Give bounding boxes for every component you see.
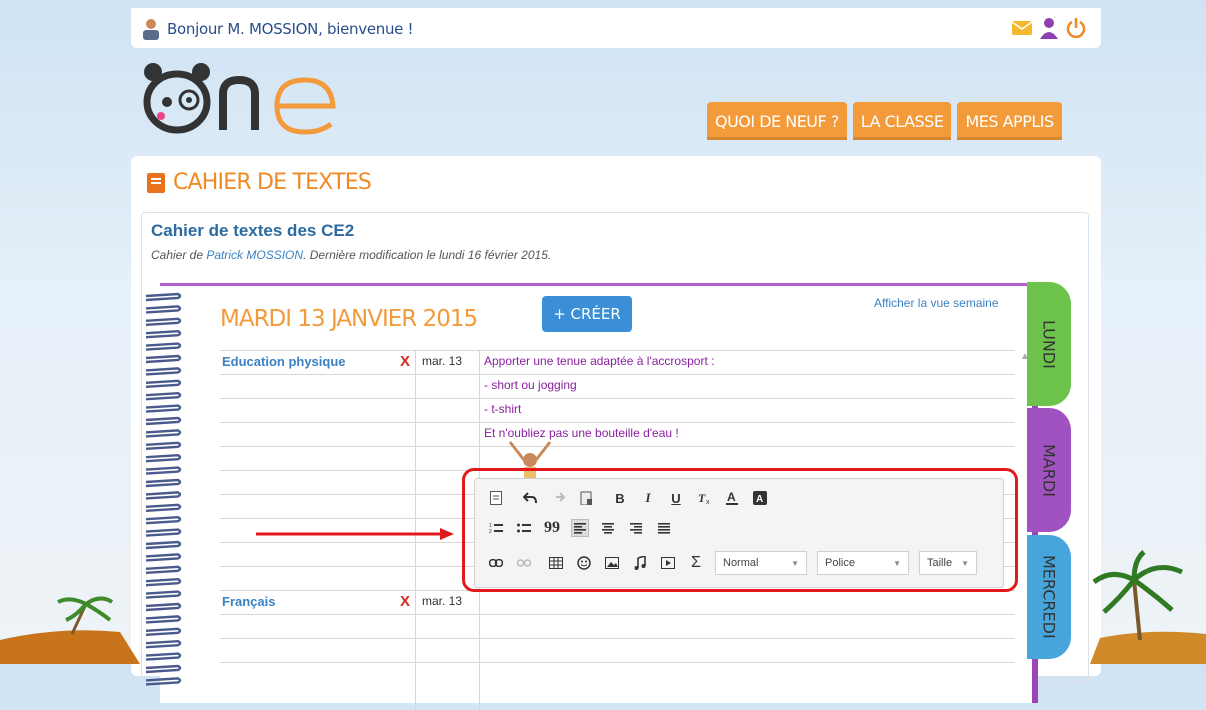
- spiral-ring: [145, 664, 182, 674]
- main-nav: QUOI DE NEUF ? LA CLASSE MES APPLIS: [707, 102, 1062, 140]
- spiral-ring: [145, 305, 182, 314]
- spiral-ring: [145, 292, 182, 302]
- rule-line: [220, 422, 1015, 423]
- rule-line: [220, 350, 1015, 351]
- spiral-ring: [145, 416, 182, 426]
- spiral-ring: [145, 404, 182, 413]
- spiral-ring: [145, 615, 182, 624]
- spiral-ring: [145, 354, 182, 364]
- spiral-ring: [145, 466, 182, 475]
- entry-subject[interactable]: Education physique: [222, 354, 346, 369]
- main-panel: CAHIER DE TEXTES Cahier de textes des CE…: [131, 156, 1101, 710]
- spiral-binding: [145, 292, 182, 686]
- spiral-ring: [145, 317, 182, 326]
- spiral-ring: [145, 453, 182, 463]
- entry-content-line[interactable]: - t-shirt: [484, 402, 521, 416]
- tab-label: MERCREDI: [1039, 555, 1059, 639]
- one-logo[interactable]: [139, 58, 349, 138]
- tab-mercredi[interactable]: MERCREDI: [1027, 535, 1071, 659]
- palm-island-right: [1090, 550, 1206, 664]
- rule-line: [220, 638, 1015, 639]
- cahier-subtitle: Cahier de Patrick MOSSION. Dernière modi…: [151, 248, 551, 262]
- tab-label: LUNDI: [1039, 319, 1059, 369]
- rule-line: [220, 374, 1015, 375]
- spiral-ring: [145, 441, 182, 450]
- spiral-ring: [145, 577, 182, 587]
- rule-line: [220, 398, 1015, 399]
- tab-mardi[interactable]: MARDI: [1027, 408, 1071, 532]
- entry-date: mar. 13: [422, 354, 463, 368]
- rule-line: [220, 662, 1015, 663]
- entry-content-line[interactable]: - short ou jogging: [484, 378, 577, 392]
- spiral-ring: [145, 590, 182, 599]
- subtitle-prefix: Cahier de: [151, 248, 207, 262]
- spiral-ring: [145, 429, 182, 438]
- subtitle-suffix: . Dernière modification le lundi 16 févr…: [303, 248, 552, 262]
- entry-content-line[interactable]: Apporter une tenue adaptée à l'accrospor…: [484, 354, 714, 368]
- author-link[interactable]: Patrick MOSSION: [206, 248, 303, 262]
- power-icon[interactable]: [1065, 16, 1087, 40]
- spiral-ring: [145, 627, 182, 636]
- mail-icon[interactable]: [1011, 16, 1033, 40]
- spiral-ring: [145, 329, 182, 339]
- palm-island-left: [0, 596, 140, 664]
- cahier-title: Cahier de textes des CE2: [151, 221, 355, 240]
- rule-line: [220, 614, 1015, 615]
- create-button[interactable]: + CRÉER: [542, 296, 632, 332]
- spiral-ring: [145, 503, 182, 512]
- tab-lundi[interactable]: LUNDI: [1027, 282, 1071, 406]
- spiral-ring: [145, 515, 182, 525]
- section-header: CAHIER DE TEXTES: [147, 170, 372, 195]
- top-bar: Bonjour M. MOSSION, bienvenue !: [131, 8, 1101, 48]
- spiral-ring: [145, 367, 182, 376]
- spiral-ring: [145, 639, 182, 649]
- spiral-ring: [145, 491, 182, 500]
- nav-quoi-de-neuf[interactable]: QUOI DE NEUF ?: [707, 102, 847, 140]
- spiral-ring: [145, 478, 182, 488]
- spiral-ring: [145, 677, 182, 686]
- highlight-annotation: [462, 468, 1018, 592]
- user-avatar-icon: [143, 19, 159, 40]
- entry-date: mar. 13: [422, 594, 463, 608]
- greeting-text: Bonjour M. MOSSION, bienvenue !: [167, 20, 414, 38]
- notebook-icon: [147, 172, 165, 193]
- top-icons: [1011, 16, 1087, 40]
- entry-content-line[interactable]: Et n'oubliez pas une bouteille d'eau !: [484, 426, 679, 440]
- spiral-ring: [145, 565, 182, 574]
- user-icon[interactable]: [1038, 16, 1060, 40]
- day-title: MARDI 13 JANVIER 2015: [220, 306, 478, 332]
- spiral-ring: [145, 528, 182, 537]
- nav-la-classe[interactable]: LA CLASSE: [852, 102, 952, 140]
- entry-subject[interactable]: Français: [222, 594, 275, 609]
- delete-entry-icon[interactable]: X: [400, 353, 410, 370]
- section-title: CAHIER DE TEXTES: [173, 170, 372, 195]
- spiral-ring: [145, 652, 182, 661]
- tab-label: MARDI: [1039, 443, 1059, 497]
- cahier-box: Cahier de textes des CE2 Cahier de Patri…: [141, 212, 1089, 710]
- rule-line: [220, 446, 1015, 447]
- nav-mes-applis[interactable]: MES APPLIS: [957, 102, 1062, 140]
- spiral-ring: [145, 391, 182, 401]
- delete-entry-icon[interactable]: X: [400, 593, 410, 610]
- arrow-annotation: [256, 528, 454, 540]
- spiral-ring: [145, 602, 182, 612]
- spiral-ring: [145, 379, 182, 388]
- spiral-ring: [145, 553, 182, 562]
- spiral-ring: [145, 342, 182, 351]
- week-view-link[interactable]: Afficher la vue semaine: [874, 296, 999, 310]
- spiral-ring: [145, 540, 182, 550]
